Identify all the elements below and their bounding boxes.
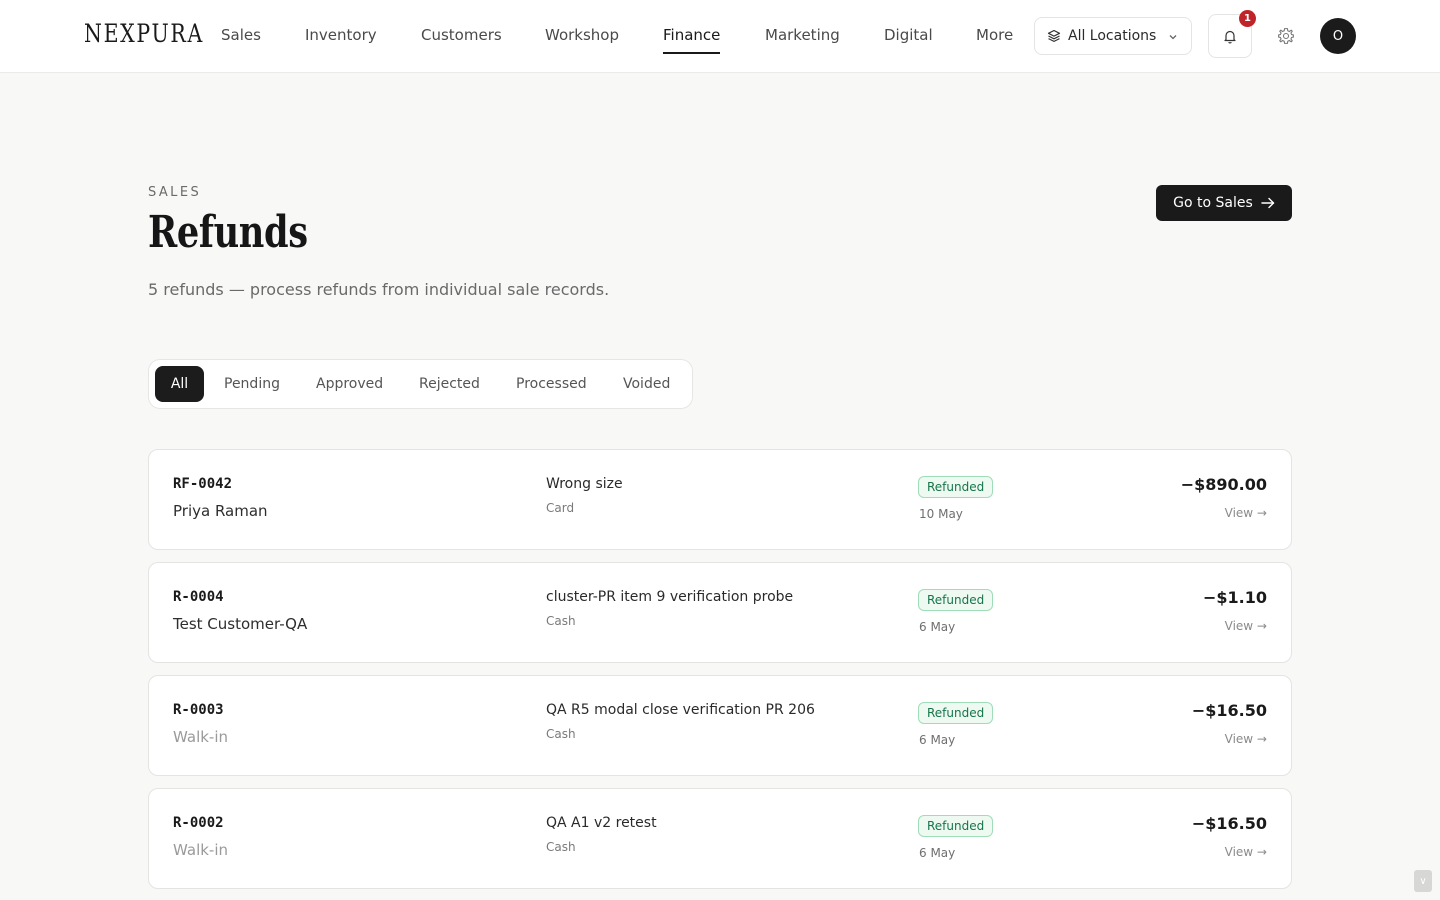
page-subtitle: 5 refunds — process refunds from individ… [148, 280, 610, 299]
nav-item-finance[interactable]: Finance [663, 26, 721, 54]
notification-count-badge: 1 [1239, 10, 1256, 27]
user-avatar[interactable]: O [1320, 18, 1356, 54]
status-badge: Refunded [918, 815, 994, 837]
refund-row[interactable]: RF-0042 Priya Raman Wrong size Card Refu… [148, 449, 1292, 550]
refund-id: R-0003 [173, 702, 224, 718]
gear-icon [1278, 28, 1294, 44]
refund-amount: −$890.00 [1180, 475, 1267, 494]
view-link[interactable]: View → [1225, 845, 1267, 859]
refund-id: R-0004 [173, 589, 224, 605]
refund-customer: Walk-in [173, 841, 229, 859]
filter-tab-approved[interactable]: Approved [316, 366, 383, 402]
go-to-sales-label: Go to Sales [1173, 195, 1253, 211]
status-badge: Refunded [918, 702, 994, 724]
refund-amount: −$1.10 [1202, 588, 1267, 607]
arrow-right-icon [1261, 197, 1275, 209]
refund-row[interactable]: R-0002 Walk-in QA A1 v2 retest Cash Refu… [148, 788, 1292, 889]
refund-customer: Priya Raman [173, 502, 268, 520]
brand-logo[interactable]: NEXPURA [84, 19, 204, 48]
refund-row[interactable]: R-0003 Walk-in QA R5 modal close verific… [148, 675, 1292, 776]
refund-reason: QA A1 v2 retest [546, 815, 657, 831]
view-link[interactable]: View → [1225, 619, 1267, 633]
refund-amount: −$16.50 [1191, 701, 1267, 720]
refund-date: 6 May [919, 846, 956, 860]
filter-tab-voided[interactable]: Voided [623, 366, 670, 402]
refund-method: Cash [546, 840, 576, 854]
nav-item-marketing[interactable]: Marketing [765, 26, 840, 44]
go-to-sales-button[interactable]: Go to Sales [1156, 185, 1292, 221]
filter-tab-all[interactable]: All [155, 366, 204, 402]
refund-reason: QA R5 modal close verification PR 206 [546, 702, 815, 718]
status-filter-bar: All Pending Approved Rejected Processed … [148, 359, 693, 409]
refund-reason: cluster-PR item 9 verification probe [546, 589, 794, 605]
top-navigation-bar: NEXPURA Sales Inventory Customers Worksh… [0, 0, 1440, 73]
chevron-down-icon [1169, 35, 1177, 40]
refund-method: Card [546, 501, 575, 515]
refund-amount: −$16.50 [1191, 814, 1267, 833]
refund-reason: Wrong size [546, 476, 623, 492]
nav-item-workshop[interactable]: Workshop [545, 26, 619, 44]
page-title: Refunds [148, 207, 308, 258]
refund-customer: Test Customer-QA [173, 615, 308, 633]
nav-item-customers[interactable]: Customers [421, 26, 502, 44]
status-badge: Refunded [918, 476, 994, 498]
refund-customer: Walk-in [173, 728, 229, 746]
nav-item-digital[interactable]: Digital [884, 26, 933, 44]
refund-method: Cash [546, 727, 576, 741]
filter-tab-pending[interactable]: Pending [224, 366, 280, 402]
location-select-value: All Locations [1068, 28, 1157, 44]
refund-method: Cash [546, 614, 576, 628]
refund-row[interactable]: R-0004 Test Customer-QA cluster-PR item … [148, 562, 1292, 663]
nav-item-inventory[interactable]: Inventory [305, 26, 377, 44]
filter-tab-processed[interactable]: Processed [516, 366, 587, 402]
view-link[interactable]: View → [1225, 506, 1267, 520]
refund-date: 6 May [919, 733, 956, 747]
view-link[interactable]: View → [1225, 732, 1267, 746]
nav-item-sales[interactable]: Sales [221, 26, 261, 44]
refund-date: 6 May [919, 620, 956, 634]
settings-button[interactable] [1274, 24, 1298, 48]
nav-item-more[interactable]: More [976, 26, 1013, 44]
refund-id: RF-0042 [173, 476, 233, 492]
bell-icon [1224, 30, 1236, 44]
location-select[interactable]: All Locations [1034, 17, 1192, 55]
refund-date: 10 May [919, 507, 963, 521]
scroll-down-button[interactable]: ∨ [1414, 870, 1432, 892]
refund-id: R-0002 [173, 815, 224, 831]
status-badge: Refunded [918, 589, 994, 611]
layers-icon [1047, 29, 1061, 42]
section-eyebrow: SALES [148, 185, 202, 200]
filter-tab-rejected[interactable]: Rejected [419, 366, 480, 402]
